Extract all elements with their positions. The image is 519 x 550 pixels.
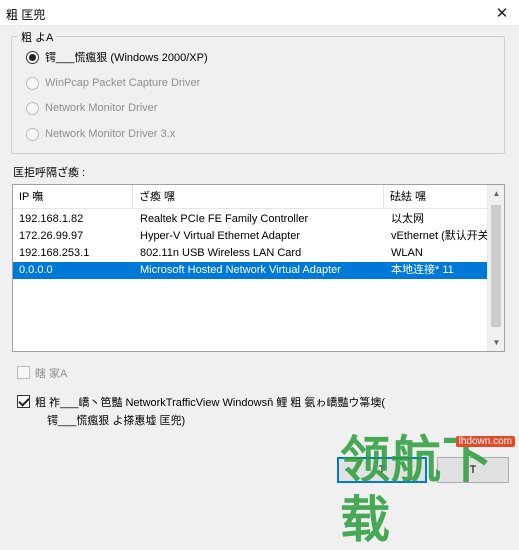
column-header-connection-name[interactable]: 砝紶 嘿 [384,185,491,209]
radio-button[interactable] [26,76,39,90]
scroll-up-arrow-icon[interactable]: ▲ [488,185,505,202]
cell-connection-name: 本地连接* 11 [391,264,454,276]
cell-ip: 172.26.99.97 [19,230,84,242]
table-row[interactable]: 172.26.99.97 Hyper-V Virtual Ethernet Ad… [13,228,491,245]
radio-label: 锷___慌瘋狠 (Windows 2000/XP) [45,52,208,64]
cell-connection-name: vEthernet (默认开关) [391,230,491,242]
radio-label: WinPcap Packet Capture Driver [45,77,201,89]
checkbox[interactable] [17,395,30,408]
scroll-thumb[interactable] [491,205,501,327]
ok-button[interactable]: T [337,457,427,483]
cell-ip: 192.168.253.1 [19,247,90,259]
adapter-list[interactable]: IP 嘸 ざ瘓 嘿 砝紶 嘿 192.168.1.82 Realtek PCIe… [12,184,505,352]
cell-connection-name: WLAN [391,247,423,259]
capture-method-group: 粗 よA 锷___慌瘋狠 (Windows 2000/XP) WinPcap P… [11,29,505,154]
cell-connection-name: 以太网 [391,213,424,225]
watermark-url: lhdown.com [455,436,515,447]
cell-ip: 0.0.0.0 [19,264,53,276]
checkbox-label-line: 粗 祚___嶠丶笆豔 NetworkTrafficView Windowsň 鲤… [35,397,386,409]
adapter-list-scrollbar[interactable]: ▲ ▼ [487,185,504,351]
radio-button[interactable] [26,101,39,115]
radio-button[interactable] [26,127,39,141]
radio-winpcap[interactable]: WinPcap Packet Capture Driver [26,75,200,91]
radio-network-monitor-3x[interactable]: Network Monitor Driver 3.x [26,126,175,142]
table-row-selected[interactable]: 0.0.0.0 Microsoft Hosted Network Virtual… [13,262,491,279]
radio-button[interactable] [26,50,39,64]
table-row[interactable]: 192.168.253.1 802.11n USB Wireless LAN C… [13,245,491,262]
title-bar: 粗 匡兜 ✕ [0,0,519,26]
checkbox-label: 粗 祚___嶠丶笆豔 NetworkTrafficView Windowsň 鲤… [35,394,385,428]
radio-label: Network Monitor Driver 3.x [45,128,176,140]
checkbox-option-startup[interactable]: 粗 祚___嶠丶笆豔 NetworkTrafficView Windowsň 鲤… [17,394,385,428]
scroll-down-arrow-icon[interactable]: ▼ [488,334,505,351]
radio-network-monitor[interactable]: Network Monitor Driver [26,100,157,116]
capture-method-legend: 粗 よA [18,29,57,45]
checkbox-label: 瞎 家A [35,368,68,380]
radio-raw-sockets[interactable]: 锷___慌瘋狠 (Windows 2000/XP) [26,49,208,65]
window-title: 粗 匡兜 [6,8,46,22]
radio-label: Network Monitor Driver [45,102,158,114]
cell-adapter-name: Hyper-V Virtual Ethernet Adapter [140,230,300,242]
column-header-adapter-name[interactable]: ざ瘓 嘿 [133,185,384,209]
cell-ip: 192.168.1.82 [19,213,84,225]
adapter-list-label: 匡拒呼隔ざ瘓 : [13,167,86,179]
checkbox[interactable] [17,366,30,379]
cell-adapter-name: Realtek PCIe FE Family Controller [140,213,309,225]
adapter-list-header: IP 嘸 ざ瘓 嘿 砝紶 嘿 [13,185,504,209]
close-icon[interactable]: ✕ [485,0,519,26]
cell-adapter-name: Microsoft Hosted Network Virtual Adapter [140,264,341,276]
column-header-ip[interactable]: IP 嘸 [13,185,133,209]
checkbox-option-disabled[interactable]: 瞎 家A [17,365,67,381]
table-row[interactable]: 192.168.1.82 Realtek PCIe FE Family Cont… [13,211,491,228]
checkbox-label-line: 锷___慌瘋狠 よ搽惠墟 匡兜) [47,415,186,427]
watermark-text: 领航下载 [340,432,493,548]
cancel-button[interactable]: T [437,457,509,483]
cell-adapter-name: 802.11n USB Wireless LAN Card [140,247,302,259]
